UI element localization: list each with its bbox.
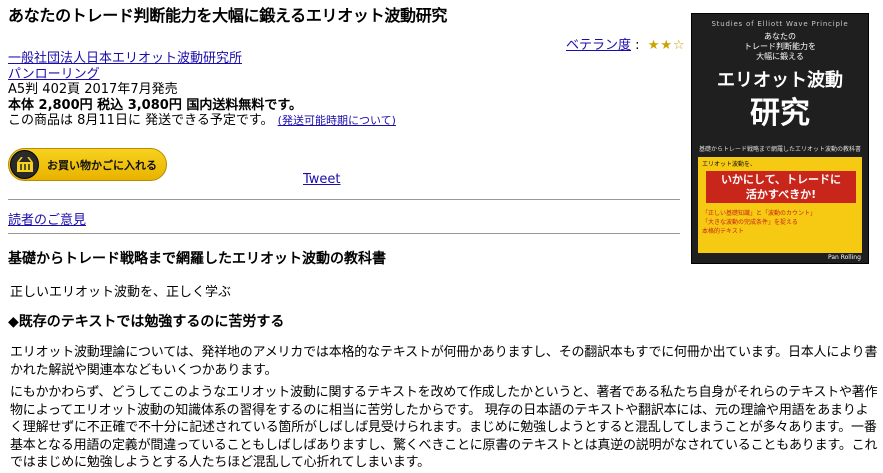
rating-separator: : (635, 38, 640, 53)
cover-red-line: いかにして、トレードに (720, 173, 842, 186)
format-text: A5判 402頁 2017年7月発売 (8, 82, 178, 97)
cover-red-line: 活かすべきか! (745, 188, 817, 201)
cover-bullets: 「正しい基礎知識」と「波動のカウント」 「大きな波動の完成条件」を捉える 本格的… (702, 209, 816, 236)
price-text: 本体 2,800円 税込 3,080円 国内送料無料です。 (8, 97, 303, 113)
reader-opinion-link[interactable]: 読者のご意見 (8, 209, 86, 228)
author-link[interactable]: 一般社団法人日本エリオット波動研究所 (8, 51, 242, 66)
cover-subtitle-line: あなたの (764, 32, 796, 41)
shipping-text: この商品は 8月11日に 発送できる予定です。 (8, 113, 274, 128)
cover-description: 基礎からトレード戦略まで網羅したエリオット波動の教科書 (698, 146, 861, 153)
cover-bullet: 「大きな波動の完成条件」を捉える (702, 219, 798, 226)
cover-bullet: 本格的テキスト (702, 228, 744, 235)
paragraph: エリオット波動理論については、発祥地のアメリカでは本格的なテキストが何冊かありま… (10, 345, 878, 378)
basket-icon (10, 150, 39, 179)
star-icon: ★★☆ (647, 38, 686, 53)
cover-subtitle-line: 大幅に鍛える (756, 52, 804, 61)
cover-publisher: Pan Rolling (828, 254, 861, 261)
cover-red-box: いかにして、トレードに 活かすべきか! (706, 171, 856, 203)
cover-bullet: 「正しい基礎知識」と「波動のカウント」 (702, 210, 817, 217)
cover-title-line2: 研究 (750, 96, 810, 131)
cover-subtitle-line: トレード判断能力を (744, 42, 816, 51)
publisher-link[interactable]: パンローリング (8, 67, 100, 82)
rating: ベテラン度 : ★★☆ (566, 34, 686, 53)
product-info: 一般社団法人日本エリオット波動研究所 パンローリング A5判 402頁 2017… (8, 51, 568, 129)
divider (8, 233, 680, 234)
description-subheading: 基礎からトレード戦略まで網羅したエリオット波動の教科書 (8, 251, 386, 267)
book-cover[interactable]: Studies of Elliott Wave Principle あなたの ト… (691, 13, 869, 264)
product-title: あなたのトレード判断能力を大幅に鍛えるエリオット波動研究 (8, 6, 448, 25)
divider (8, 199, 680, 200)
section-heading: ◆既存のテキストでは勉強するのに苦労する (8, 314, 285, 330)
tweet-link[interactable]: Tweet (303, 172, 341, 187)
description-tagline: 正しいエリオット波動を、正しく学ぶ (10, 285, 232, 300)
cover-subtitle: あなたの トレード判断能力を 大幅に鍛える (692, 32, 868, 62)
cover-small-label: エリオット波動を、 (702, 161, 757, 168)
rating-link[interactable]: ベテラン度 (566, 38, 631, 53)
cover-yellow-panel: エリオット波動を、 いかにして、トレードに 活かすべきか! 「正しい基礎知識」と… (698, 157, 862, 253)
shipping-link[interactable]: (発送可能時期について) (278, 114, 396, 127)
paragraph: にもかかわらず、どうしてこのようなエリオット波動に関するテキストを改めて作成した… (10, 385, 878, 470)
add-to-cart-button[interactable]: お買い物かごに入れる (8, 148, 167, 181)
shipping-info: この商品は 8月11日に 発送できる予定です。 (発送可能時期について) (8, 113, 568, 129)
cover-series: Studies of Elliott Wave Principle (711, 20, 849, 28)
cart-label: お買い物かごに入れる (47, 159, 157, 172)
